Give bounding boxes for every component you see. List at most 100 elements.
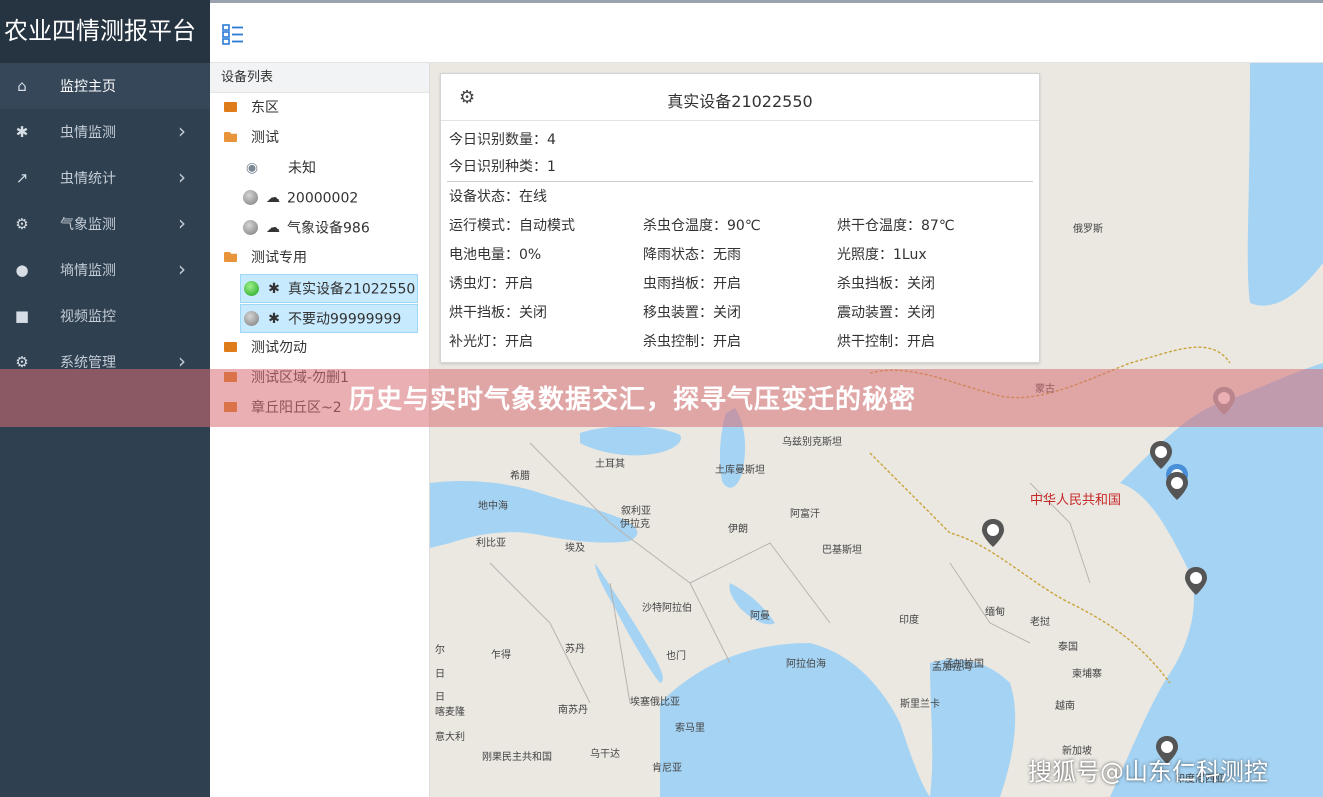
status-field: 诱虫灯：开启 xyxy=(449,276,533,292)
map-label: 乌兹别克斯坦 xyxy=(782,437,842,448)
map-pin-weather-icon[interactable] xyxy=(1165,471,1189,501)
tree-node-label: 未知 xyxy=(288,160,316,177)
headline-banner: 历史与实时气象数据交汇，探寻气压变迁的秘密 xyxy=(0,369,1323,427)
folder-open-icon xyxy=(224,132,237,142)
tree-node-label: 测试 xyxy=(251,130,279,146)
status-field: 电池电量：0% xyxy=(449,247,542,263)
bug-icon: ✱ xyxy=(15,123,29,141)
tree-node-label: 测试专用 xyxy=(251,250,307,266)
map-label: 阿富汗 xyxy=(790,509,820,520)
video-camera-icon: ■ xyxy=(14,307,30,325)
map-label: 刚果民主共和国 xyxy=(482,752,552,763)
top-bar xyxy=(210,0,1323,63)
tree-device[interactable]: ◉ 未知 xyxy=(243,154,316,183)
tree-folder[interactable]: 测试专用 xyxy=(224,244,307,273)
map-label: 斯里兰卡 xyxy=(900,699,940,710)
map-label: 南苏丹 xyxy=(558,705,588,716)
map-label: 意大利 xyxy=(435,732,465,743)
map-label: 埃塞俄比亚 xyxy=(630,697,680,708)
device-status: 设备状态：在线 xyxy=(449,189,547,205)
map-label: 希腊 xyxy=(510,471,530,482)
sidebar-item-label: 虫情监测 xyxy=(60,125,116,141)
map-label: 日 xyxy=(435,669,445,680)
tree-node-label: 东区 xyxy=(251,100,279,116)
chevron-right-icon: › xyxy=(178,211,186,235)
map-label: 俄罗斯 xyxy=(1073,224,1103,235)
map-label: 肯尼亚 xyxy=(652,763,682,774)
map-label: 老挝 xyxy=(1030,617,1050,628)
sidebar-nav: ⌂ 监控主页 ✱ 虫情监测 › ↗ 虫情统计 › ⚙ 气象监测 › ● 墒情监测 › ■ 视频监控 ⚙ 系统管理 › xyxy=(0,63,210,385)
sidebar-item[interactable]: ⌂ 监控主页 xyxy=(0,63,210,109)
status-field: 震动装置：关闭 xyxy=(837,305,935,321)
status-field: 烘干挡板：关闭 xyxy=(449,305,547,321)
status-field: 杀虫挡板：关闭 xyxy=(837,276,935,292)
status-field: 烘干控制：开启 xyxy=(837,334,935,350)
folder-icon xyxy=(224,342,237,352)
tree-node-label: 气象设备986 xyxy=(287,220,370,237)
app-title: 农业四情测报平台 xyxy=(0,0,210,63)
sensor-icon: ◉ xyxy=(245,160,259,176)
status-online-icon xyxy=(244,281,259,296)
sidebar-item-label: 监控主页 xyxy=(60,79,116,95)
map-label: 利比亚 xyxy=(476,538,506,549)
folder-icon xyxy=(224,102,237,112)
watermark: 搜狐号@山东仁科测控 xyxy=(1028,758,1268,786)
bug-icon: ✱ xyxy=(268,281,280,297)
globe-icon: ● xyxy=(15,261,29,279)
map-label: 喀麦隆 xyxy=(435,707,465,718)
status-field: 光照度：1Lux xyxy=(837,247,927,263)
map-label: 巴基斯坦 xyxy=(822,545,862,556)
status-field: 补光灯：开启 xyxy=(449,334,533,350)
tree-device[interactable]: ✱ 不要动99999999 xyxy=(240,304,418,333)
folder-open-icon xyxy=(224,252,237,262)
sidebar-item-label: 视频监控 xyxy=(60,309,116,325)
map-label: 索马里 xyxy=(675,723,705,734)
map-pin-weather-icon[interactable] xyxy=(1184,566,1208,596)
device-info-popup: ⚙ 真实设备21022550 今日识别数量：4 今日识别种类：1 设备状态：在线… xyxy=(440,73,1040,363)
gear-icon: ⚙ xyxy=(15,215,29,233)
menu-toggle-icon[interactable] xyxy=(222,23,244,45)
map-label: 尔 xyxy=(435,645,445,656)
sidebar-item[interactable]: ⚙ 气象监测 › xyxy=(0,201,210,247)
chevron-right-icon: › xyxy=(178,257,186,281)
sidebar-item[interactable]: ✱ 虫情监测 › xyxy=(0,109,210,155)
tree-device[interactable]: ✱ 真实设备21022550 xyxy=(240,274,418,303)
sidebar-item[interactable]: ■ 视频监控 xyxy=(0,293,210,339)
sidebar-item[interactable]: ↗ 虫情统计 › xyxy=(0,155,210,201)
map-pin-weather-icon[interactable] xyxy=(981,518,1005,548)
line-chart-icon: ↗ xyxy=(15,169,29,187)
status-offline-icon xyxy=(243,190,258,205)
sidebar-item-label: 墒情监测 xyxy=(60,263,116,279)
tree-folder[interactable]: 东区 xyxy=(224,94,279,123)
map-label: 埃及 xyxy=(565,543,585,554)
status-field: 烘干仓温度：87℃ xyxy=(837,218,955,234)
status-field: 降雨状态：无雨 xyxy=(643,247,741,263)
map-label: 阿曼 xyxy=(750,611,770,622)
chevron-right-icon: › xyxy=(178,165,186,189)
tree-device[interactable]: ☁ 气象设备986 xyxy=(243,214,370,243)
tree-node-label: 测试勿动 xyxy=(251,340,307,356)
status-field: 杀虫仓温度：90℃ xyxy=(643,218,761,234)
bug-icon: ✱ xyxy=(268,311,280,327)
device-tree: 设备列表 东区 测试 ◉ 未知 ☁ 20000002 ☁ 气象设备986 测试专用 ✱ 真实设备21… xyxy=(210,63,430,797)
today-species: 今日识别种类：1 xyxy=(449,159,556,175)
map-label: 地中海 xyxy=(478,501,508,512)
tree-device[interactable]: ☁ 20000002 xyxy=(243,184,358,213)
chevron-right-icon: › xyxy=(178,119,186,143)
map-label: 乌干达 xyxy=(590,749,620,760)
tree-folder[interactable]: 测试 xyxy=(224,124,279,153)
status-field: 虫雨挡板：开启 xyxy=(643,276,741,292)
map-label: 伊拉克 xyxy=(620,519,650,530)
map-label: 沙特阿拉伯 xyxy=(642,603,692,614)
sidebar-item[interactable]: ● 墒情监测 › xyxy=(0,247,210,293)
sidebar-item-label: 虫情统计 xyxy=(60,171,116,187)
tree-node-label: 不要动99999999 xyxy=(288,311,402,328)
map-label: 土耳其 xyxy=(595,459,625,470)
map-label: 印度 xyxy=(899,615,919,626)
map-label: 阿拉伯海 xyxy=(786,659,826,670)
map-label: 缅甸 xyxy=(985,607,1005,618)
tree-folder[interactable]: 测试勿动 xyxy=(224,334,307,363)
weather-cloud-icon: ☁ xyxy=(266,220,280,236)
home-icon: ⌂ xyxy=(17,77,27,95)
map-label: 苏丹 xyxy=(565,644,585,655)
